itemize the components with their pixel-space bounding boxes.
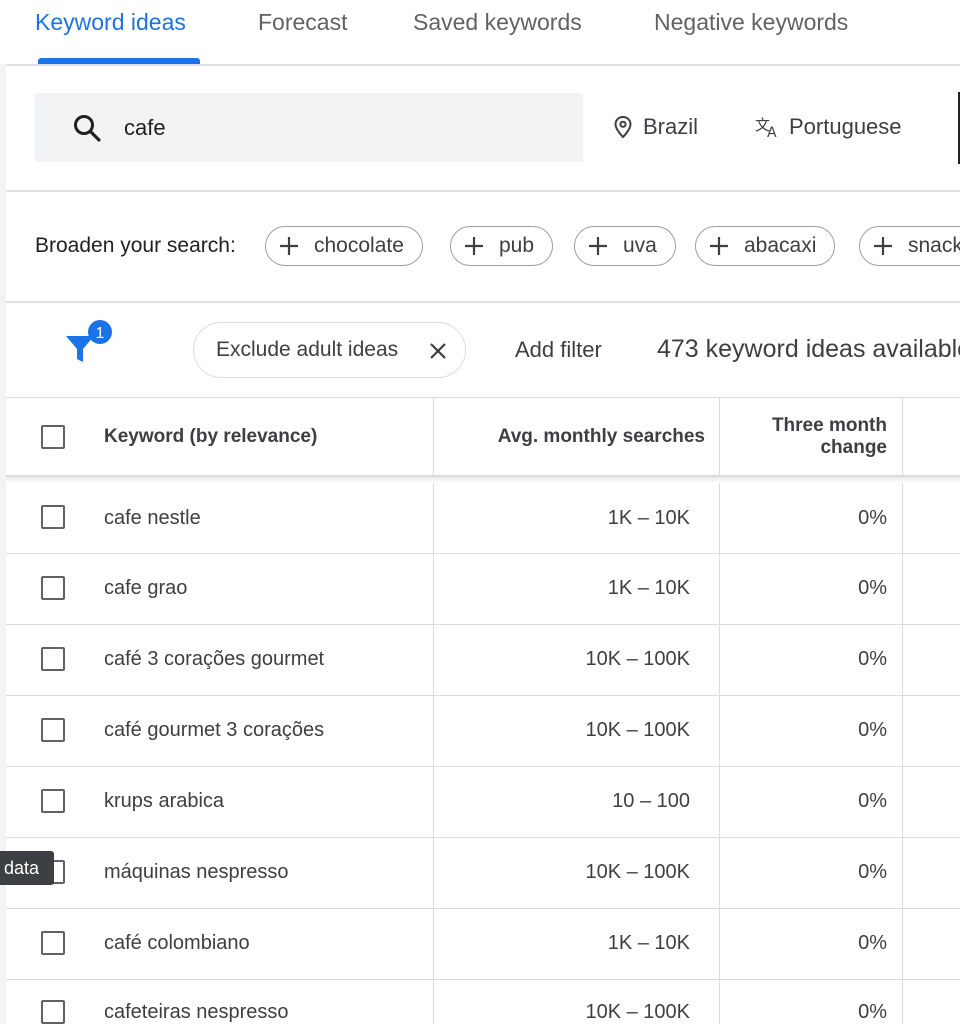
broaden-chip-chocolate[interactable]: chocolate [265,226,423,266]
location-selector[interactable]: Brazil [613,114,698,140]
table-row[interactable]: cafe nestle 1K – 10K 0% [6,483,960,554]
keyword-table: Keyword (by relevance) Avg. monthly sear… [6,397,960,1024]
avg-searches-cell: 1K – 10K [607,507,690,529]
svg-text:A: A [767,125,777,139]
header-three-month-change[interactable]: Three month change [720,398,887,476]
table-header: Keyword (by relevance) Avg. monthly sear… [6,397,960,477]
change-cell: 0% [858,790,887,812]
plus-icon [874,237,892,255]
active-filter-chip[interactable]: Exclude adult ideas [193,322,466,378]
change-cell: 0% [858,932,887,954]
section-divider [6,190,960,192]
keyword-cell: café 3 corações gourmet [104,648,325,670]
row-checkbox[interactable] [41,1000,65,1024]
keyword-cell: café gourmet 3 corações [104,719,325,741]
location-pin-icon [614,115,632,139]
tabs-divider [6,64,960,66]
header-keyword[interactable]: Keyword (by relevance) [104,398,317,476]
language-selector[interactable]: 文 A Portuguese [755,114,902,140]
change-cell: 0% [858,861,887,883]
chip-label: uva [623,234,657,257]
keyword-ideas-count: 473 keyword ideas available [657,335,960,363]
keyword-cell: café colombiano [104,932,250,954]
table-row[interactable]: cafe grao 1K – 10K 0% [6,554,960,625]
close-icon[interactable] [428,341,448,361]
plus-icon [710,237,728,255]
plus-icon [465,237,483,255]
keyword-cell: cafe nestle [104,507,201,529]
filter-badge-count: 1 [96,325,105,342]
avg-searches-cell: 10K – 100K [585,1001,690,1023]
plus-icon [589,237,607,255]
broaden-chip-uva[interactable]: uva [574,226,676,266]
broaden-search-label: Broaden your search: [35,234,236,257]
translate-icon: 文 A [755,116,777,139]
change-cell: 0% [858,648,887,670]
avg-searches-cell: 10K – 100K [585,719,690,741]
broaden-chip-snack[interactable]: snack [859,226,960,266]
table-row[interactable]: café gourmet 3 corações 10K – 100K 0% [6,696,960,767]
tab-negative-keywords[interactable]: Negative keywords [654,9,848,36]
tooltip: data [0,851,54,885]
row-checkbox[interactable] [41,931,65,955]
plus-icon [280,237,298,255]
select-all-checkbox[interactable] [41,425,65,449]
table-row[interactable]: cafeteiras nespresso 10K – 100K 0% [6,980,960,1024]
row-checkbox[interactable] [41,505,65,529]
avg-searches-cell: 10K – 100K [585,648,690,670]
change-cell: 0% [858,719,887,741]
section-divider [6,301,960,303]
tab-saved-keywords[interactable]: Saved keywords [413,9,582,36]
broaden-chip-abacaxi[interactable]: abacaxi [695,226,836,266]
keyword-cell: cafeteiras nespresso [104,1001,289,1023]
chip-label: pub [499,234,535,257]
keyword-search-box[interactable]: cafe [35,93,583,162]
column-divider [433,398,434,476]
keyword-cell: cafe grao [104,577,188,599]
keyword-cell: máquinas nespresso [104,861,289,883]
row-checkbox[interactable] [41,718,65,742]
table-row[interactable]: café 3 corações gourmet 10K – 100K 0% [6,625,960,696]
table-row[interactable]: café colombiano 1K – 10K 0% [6,909,960,980]
change-cell: 0% [858,507,887,529]
search-input[interactable]: cafe [124,115,166,141]
header-change-line2: change [820,437,887,458]
row-checkbox[interactable] [41,576,65,600]
chip-label: chocolate [314,234,404,257]
location-label: Brazil [643,114,699,139]
search-icon [74,115,101,142]
avg-searches-cell: 1K – 10K [607,932,690,954]
header-avg-monthly-searches[interactable]: Avg. monthly searches [434,398,705,476]
tab-bar: Keyword ideas Forecast Saved keywords Ne… [0,0,960,64]
language-label: Portuguese [789,114,902,139]
avg-searches-cell: 1K – 10K [607,577,690,599]
avg-searches-cell: 10 – 100 [612,790,690,812]
chip-label: abacaxi [744,234,817,257]
avg-searches-cell: 10K – 100K [585,861,690,883]
header-change-line1: Three month [771,415,887,436]
change-cell: 0% [858,577,887,599]
tab-keyword-ideas[interactable]: Keyword ideas [35,9,186,36]
table-row[interactable]: máquinas nespresso 10K – 100K 0% [6,838,960,909]
tab-forecast[interactable]: Forecast [258,9,347,36]
column-divider [902,398,903,476]
table-row[interactable]: krups arabica 10 – 100 0% [6,767,960,838]
keyword-cell: krups arabica [104,790,225,812]
active-filter-label: Exclude adult ideas [216,338,399,361]
column-divider [719,398,720,476]
broaden-chip-pub[interactable]: pub [450,226,554,266]
filter-icon[interactable]: 1 [64,320,116,366]
add-filter-button[interactable]: Add filter [515,337,602,363]
row-checkbox[interactable] [41,647,65,671]
chip-label: snack [908,234,960,257]
change-cell: 0% [858,1001,887,1023]
row-checkbox[interactable] [41,789,65,813]
